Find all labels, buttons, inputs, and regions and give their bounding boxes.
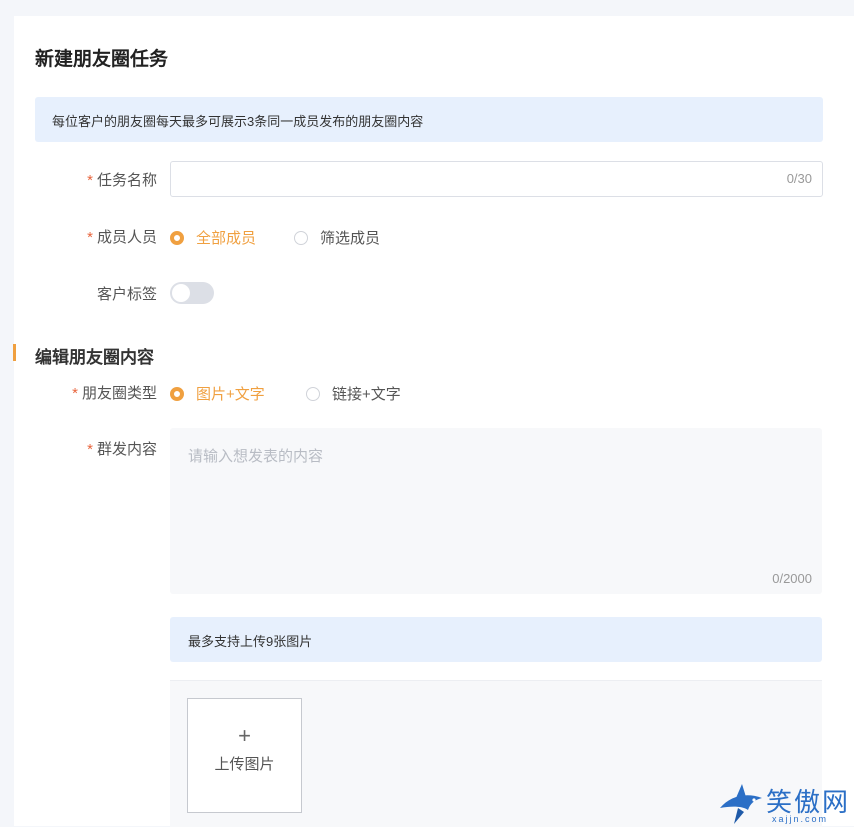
message-counter: 0/2000 [772,571,812,586]
required-mark: * [87,229,93,246]
upload-image-label: 上传图片 [214,756,275,773]
watermark-url: xajjn.com [772,814,829,824]
radio-dot-icon [294,230,308,245]
members-label: * 成员人员 [87,229,157,246]
customer-tag-toggle[interactable] [170,282,214,304]
section-title: 编辑朋友圈内容 [35,348,154,367]
plus-icon: + [238,723,251,748]
notice-text: 每位客户的朋友圈每天最多可展示3条同一成员发布的朋友圈内容 [52,114,424,129]
message-label: * 群发内容 [87,441,157,458]
content-type-label: * 朋友圈类型 [72,385,157,402]
radio-filter-members[interactable]: 筛选成员 [294,227,380,248]
radio-dot-icon [306,386,320,401]
radio-all-members[interactable]: 全部成员 [170,227,256,248]
message-placeholder: 请输入想发表的内容 [188,448,324,465]
upload-image-button[interactable]: + 上传图片 [187,698,302,813]
customer-tag-label: 客户标签 [96,286,157,303]
section-accent-bar [13,344,16,361]
radio-dot-icon [170,230,184,245]
radio-link-text[interactable]: 链接+文字 [306,383,401,404]
required-mark: * [87,441,93,458]
task-name-input[interactable]: 0/30 [170,161,823,197]
toggle-knob [172,284,190,302]
notice-banner: 每位客户的朋友圈每天最多可展示3条同一成员发布的朋友圈内容 [35,97,823,142]
page-title: 新建朋友圈任务 [35,49,169,70]
required-mark: * [87,172,93,189]
shark-logo-icon [720,784,762,824]
radio-dot-icon [170,386,184,401]
required-mark: * [72,385,78,402]
task-name-label: * 任务名称 [87,172,157,189]
upload-tip-banner: 最多支持上传9张图片 [170,617,822,662]
radio-image-text[interactable]: 图片+文字 [170,383,265,404]
message-textarea[interactable]: 请输入想发表的内容 0/2000 [170,428,822,594]
upload-tip-text: 最多支持上传9张图片 [188,634,313,649]
watermark: 笑傲网 xajjn.com [716,778,854,826]
task-name-counter: 0/30 [786,171,812,186]
